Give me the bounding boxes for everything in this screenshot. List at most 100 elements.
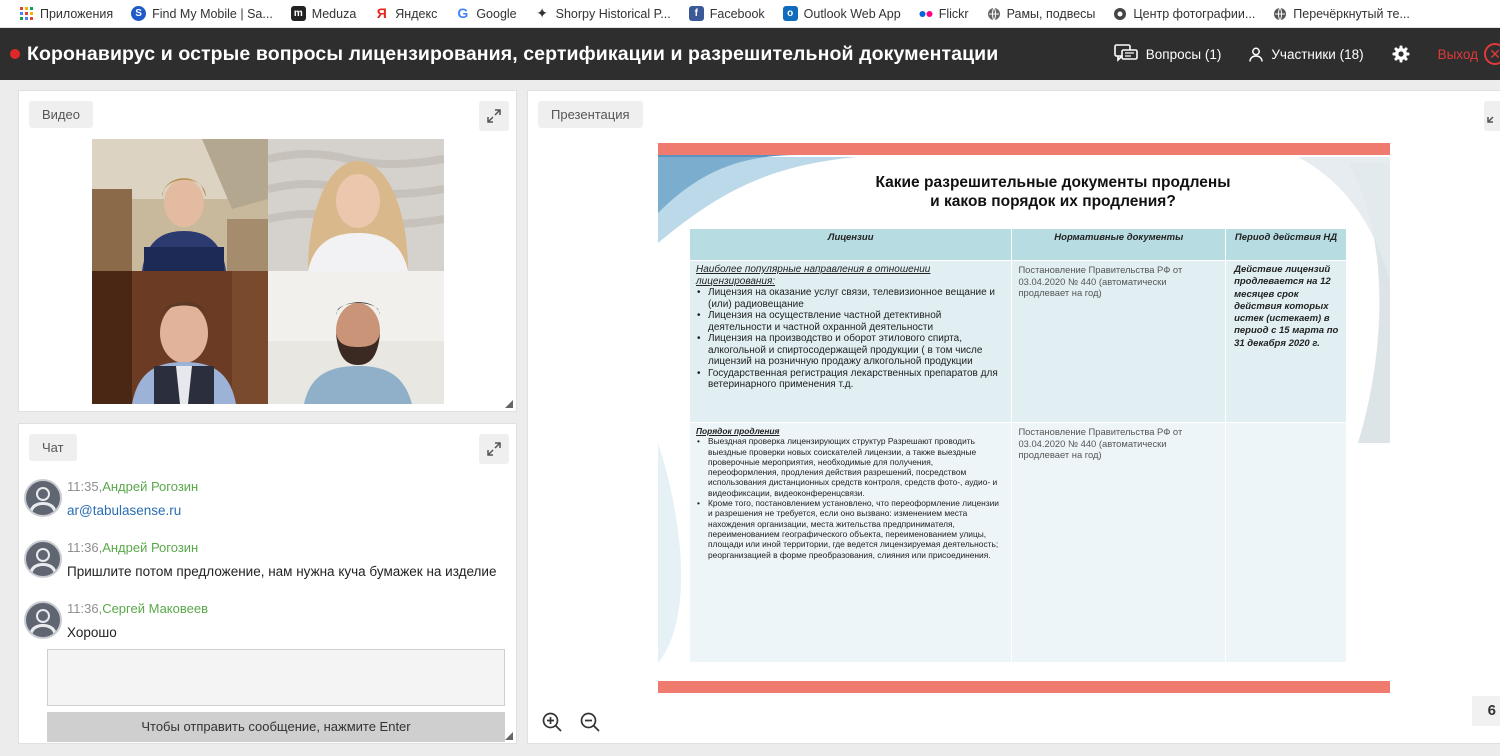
video-grid: [92, 139, 444, 404]
samsung-icon: S: [131, 6, 147, 21]
period-text: Действие лицензий продлевается на 12 мес…: [1234, 264, 1339, 349]
video-tab[interactable]: Видео: [29, 101, 93, 128]
slide-bottom-bar: [658, 681, 1390, 693]
participants-label: Участники (18): [1271, 46, 1364, 62]
settings-button[interactable]: [1392, 45, 1410, 63]
yandex-icon: Я: [376, 5, 387, 21]
user-avatar-icon: [29, 548, 57, 576]
chat-tab[interactable]: Чат: [29, 434, 77, 461]
license-list: Лицензия на оказание услуг связи, телеви…: [696, 287, 1005, 391]
gear-icon: [1392, 45, 1410, 63]
expand-icon: [1487, 116, 1494, 123]
bookmark-meduza[interactable]: m Meduza: [290, 6, 357, 21]
video-tile-1[interactable]: [92, 139, 268, 271]
presentation-tab[interactable]: Презентация: [538, 101, 643, 128]
meduza-icon: m: [290, 6, 306, 21]
list-item: Кроме того, постановлением установлено, …: [696, 498, 1005, 560]
bookmark-facebook[interactable]: f Facebook: [688, 6, 765, 21]
column-header-licenses: Лицензии: [688, 228, 1013, 261]
questions-icon: [1113, 44, 1138, 62]
bookmark-label: Перечёркнутый те...: [1293, 6, 1410, 21]
chat-message-input[interactable]: [47, 649, 505, 706]
webinar-header: Коронавирус и острые вопросы лицензирова…: [0, 28, 1500, 80]
table-cell: Порядок продления Выездная проверка лице…: [688, 422, 1013, 663]
document-text: Постановление Правительства РФ от 03.04.…: [1018, 264, 1183, 298]
bookmark-label: Центр фотографии...: [1133, 6, 1256, 21]
header-actions: Вопросы (1) Участники (18) Выход ✕: [1113, 28, 1500, 80]
message-author: Андрей Рогозин: [102, 540, 199, 555]
zoom-in-button[interactable]: [538, 708, 566, 736]
document-text: Постановление Правительства РФ от 03.04.…: [1018, 426, 1183, 460]
video-panel: Видео: [18, 90, 517, 412]
message-text: Пришлите потом предложение, нам нужна ку…: [67, 564, 497, 579]
flickr-icon: [919, 10, 933, 17]
participant-video-image: [92, 271, 268, 404]
column-header-documents: Нормативные документы: [1011, 228, 1227, 261]
globe-icon: [1114, 7, 1127, 20]
page-number: 6: [1472, 696, 1500, 726]
bookmark-photo-center[interactable]: Центр фотографии...: [1113, 7, 1255, 21]
slide-title-line: и каков порядок их продления?: [930, 193, 1176, 210]
questions-button[interactable]: Вопросы (1): [1113, 44, 1222, 64]
video-tile-3[interactable]: [92, 271, 268, 404]
bookmark-label: Find My Mobile | Sa...: [152, 6, 273, 21]
bookmark-apps[interactable]: Приложения: [20, 6, 114, 21]
questions-label: Вопросы (1): [1145, 46, 1222, 62]
bookmark-label: Meduza: [311, 6, 357, 21]
list-item: Государственная регистрация лекарственны…: [696, 368, 1005, 391]
exit-label: Выход: [1437, 46, 1478, 62]
expand-icon: [487, 109, 501, 123]
table-cell: Постановление Правительства РФ от 03.04.…: [1011, 422, 1227, 663]
bookmark-yandex[interactable]: Я Яндекс: [374, 5, 438, 21]
list-item: Лицензия на производство и оборот этилов…: [696, 333, 1005, 368]
resize-handle-icon[interactable]: [505, 400, 513, 408]
globe-icon: [1274, 7, 1287, 20]
message-text-link[interactable]: ar@tabulasense.ru: [67, 503, 181, 518]
bookmark-label: Яндекс: [395, 6, 438, 21]
video-expand-button[interactable]: [479, 101, 509, 131]
table-cell: [1225, 422, 1347, 663]
bookmark-label: Рамы, подвесы: [1006, 6, 1096, 21]
bookmark-shorpy[interactable]: ✦ Shorpy Historical P...: [535, 6, 671, 21]
expand-icon: [487, 442, 501, 456]
exit-button[interactable]: Выход ✕: [1438, 43, 1500, 65]
bookmark-flickr[interactable]: Flickr: [919, 7, 969, 21]
send-message-hint[interactable]: Чтобы отправить сообщение, нажмите Enter: [47, 712, 505, 742]
apps-grid-icon: [20, 6, 33, 20]
list-item: Лицензия на оказание услуг связи, телеви…: [696, 287, 1005, 310]
bookmark-label: Outlook Web App: [803, 6, 901, 21]
user-icon: [1249, 47, 1264, 62]
bookmark-frames[interactable]: Рамы, подвесы: [987, 6, 1096, 21]
user-avatar-icon: [29, 609, 57, 637]
list-item: Лицензия на осуществление частной детект…: [696, 310, 1005, 333]
bookmark-find-my-mobile[interactable]: S Find My Mobile | Sa...: [131, 6, 273, 21]
bookmark-label: Google: [476, 6, 517, 21]
message-time: 11:36,: [67, 540, 103, 555]
bookmark-outlook[interactable]: o Outlook Web App: [782, 6, 901, 21]
table-cell: Наиболее популярные направления в отноше…: [688, 260, 1013, 423]
message-meta: 11:35,Андрей Рогозин: [67, 479, 198, 494]
avatar: [24, 540, 62, 578]
avatar: [24, 601, 62, 639]
message-meta: 11:36,Сергей Маковеев: [67, 601, 208, 616]
webinar-title: Коронавирус и острые вопросы лицензирова…: [27, 42, 999, 65]
bookmark-label: Приложения: [40, 6, 114, 21]
message-time: 11:35,: [67, 479, 103, 494]
chat-expand-button[interactable]: [479, 434, 509, 464]
bookmark-label: Shorpy Historical P...: [555, 6, 671, 21]
cell-heading: Порядок продления: [696, 426, 780, 436]
resize-handle-icon[interactable]: [505, 732, 513, 740]
bookmark-google[interactable]: G Google: [455, 6, 516, 21]
table-row: Наиболее популярные направления в отноше…: [688, 260, 1347, 423]
renewal-list: Выездная проверка лицензирующих структур…: [696, 436, 1005, 560]
video-tile-4[interactable]: [268, 271, 444, 404]
bookmark-strikethrough[interactable]: Перечёркнутый те...: [1273, 7, 1410, 21]
participants-button[interactable]: Участники (18): [1249, 46, 1364, 62]
zoom-out-button[interactable]: [576, 708, 604, 736]
message-author: Сергей Маковеев: [102, 601, 208, 616]
zoom-out-icon: [580, 712, 600, 732]
video-tile-2[interactable]: [268, 139, 444, 271]
message-time: 11:36,: [67, 601, 103, 616]
participant-video-image: [268, 139, 444, 271]
presentation-expand-button[interactable]: [1484, 101, 1500, 131]
